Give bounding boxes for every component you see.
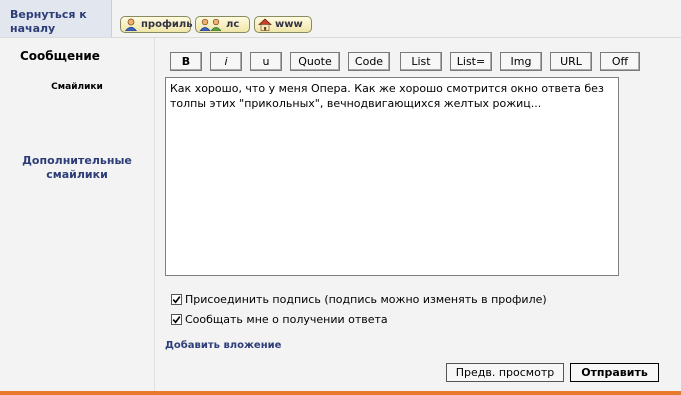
profile-button-label: профиль: [141, 19, 193, 30]
pm-button-label: лс: [226, 19, 240, 30]
user-icon: [124, 18, 138, 31]
submit-button[interactable]: Отправить: [570, 363, 659, 382]
notify-reply-label: Сообщать мне о получении ответа: [185, 313, 388, 326]
bottom-rule: [0, 391, 681, 395]
private-message-button[interactable]: лс: [195, 16, 250, 33]
quote-button[interactable]: Quote: [290, 52, 340, 71]
attach-signature-label: Присоединить подпись (подпись можно изме…: [185, 293, 547, 306]
notify-reply-checkbox[interactable]: [171, 314, 182, 325]
underline-button[interactable]: u: [250, 52, 282, 71]
preview-button[interactable]: Предв. просмотр: [446, 363, 564, 382]
image-button[interactable]: Img: [500, 52, 542, 71]
message-label: Сообщение: [20, 49, 100, 63]
profile-button[interactable]: профиль: [120, 16, 193, 33]
numbered-list-button[interactable]: List=: [450, 52, 492, 71]
checkmark-icon: [172, 316, 181, 324]
add-attachment-link[interactable]: Добавить вложение: [165, 340, 281, 351]
home-icon: [258, 18, 272, 31]
code-button[interactable]: Code: [348, 52, 390, 71]
off-button[interactable]: Off: [600, 52, 640, 71]
back-to-top-link[interactable]: Вернуться к началу: [10, 8, 106, 36]
www-button-label: www: [275, 19, 303, 30]
message-textarea[interactable]: Как хорошо, что у меня Опера. Как же хор…: [165, 77, 619, 276]
attach-signature-checkbox[interactable]: [171, 294, 182, 305]
smilies-label: Смайлики: [51, 82, 103, 92]
url-button[interactable]: URL: [550, 52, 592, 71]
www-button[interactable]: www: [254, 16, 312, 33]
more-smilies-link[interactable]: Дополнительные смайлики: [0, 154, 154, 182]
users-icon: [199, 18, 223, 31]
bold-button[interactable]: B: [170, 52, 202, 71]
back-cell: Вернуться к началу: [0, 0, 112, 37]
list-button[interactable]: List: [400, 52, 442, 71]
checkmark-icon: [172, 296, 181, 304]
italic-button[interactable]: i: [210, 52, 242, 71]
